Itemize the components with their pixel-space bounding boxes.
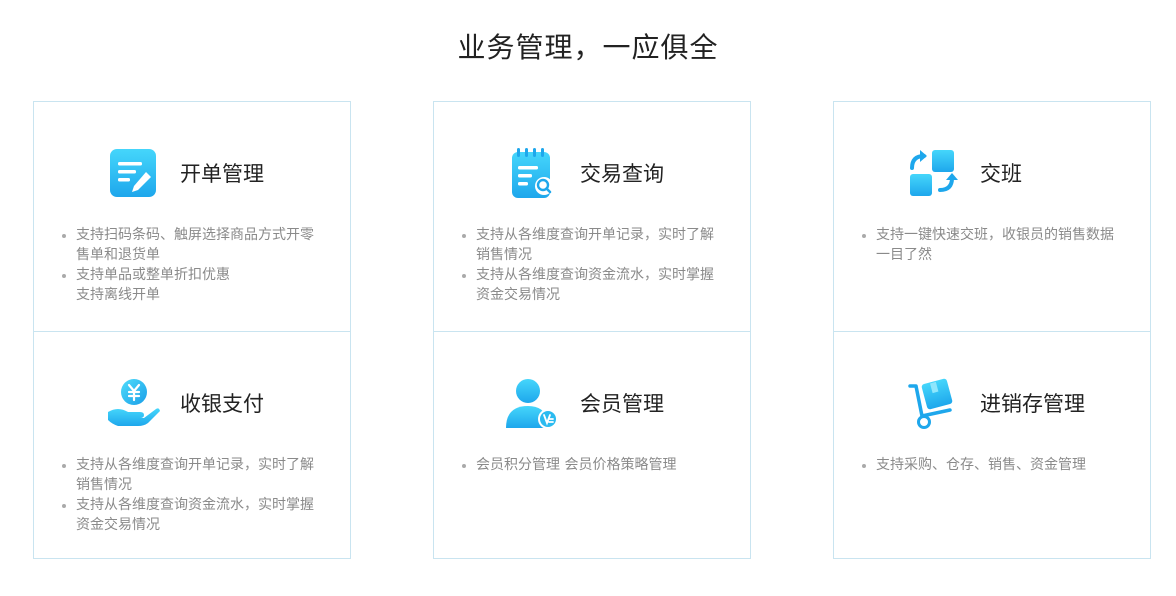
feature-desc-item: 支持从各维度查询资金流水，实时掌握资金交易情况: [62, 495, 320, 535]
feature-inventory-management[interactable]: 进销存管理 支持采购、仓存、销售、资金管理: [834, 331, 1150, 561]
feature-shift-handover[interactable]: 交班 支持一键快速交班，收银员的销售数据一目了然: [834, 102, 1150, 331]
shift-exchange-icon: [904, 146, 960, 202]
feature-description-list: 支持一键快速交班，收银员的销售数据一目了然: [834, 225, 1150, 265]
feature-header: 开单管理: [34, 146, 350, 202]
feature-header: 收银支付: [34, 376, 350, 432]
feature-description-list: 会员积分管理 会员价格策略管理: [434, 455, 750, 475]
feature-card-2: 交易查询 支持从各维度查询开单记录，实时了解销售情况 支持从各维度查询资金流水，…: [433, 101, 751, 559]
feature-header: 会员管理: [434, 376, 750, 432]
feature-header: 交易查询: [434, 146, 750, 202]
feature-description-list: 支持从各维度查询开单记录，实时了解销售情况 支持从各维度查询资金流水，实时掌握资…: [34, 455, 350, 535]
feature-desc-item: 会员积分管理 会员价格策略管理: [462, 455, 720, 475]
notepad-search-icon: [504, 146, 560, 202]
feature-description-list: 支持从各维度查询开单记录，实时了解销售情况 支持从各维度查询资金流水，实时掌握资…: [434, 225, 750, 305]
feature-desc-item: 支持采购、仓存、销售、资金管理: [862, 455, 1120, 475]
yen-hand-icon: [104, 376, 160, 432]
hand-truck-box-icon: [904, 376, 960, 432]
feature-desc-item: 支持一键快速交班，收银员的销售数据一目了然: [862, 225, 1120, 265]
feature-title: 交易查询: [580, 162, 664, 186]
feature-billing[interactable]: 开单管理 支持扫码条码、触屏选择商品方式开零售单和退货单 支持单品或整单折扣优惠…: [34, 102, 350, 331]
feature-desc-item: 支持从各维度查询开单记录，实时了解销售情况: [62, 455, 320, 495]
feature-card-3: 交班 支持一键快速交班，收银员的销售数据一目了然 进销存管理 支持采购、仓存、销…: [833, 101, 1151, 559]
feature-transaction-query[interactable]: 交易查询 支持从各维度查询开单记录，实时了解销售情况 支持从各维度查询资金流水，…: [434, 102, 750, 331]
feature-header: 进销存管理: [834, 376, 1150, 432]
feature-title: 会员管理: [580, 392, 664, 416]
document-edit-icon: [104, 146, 160, 202]
feature-title: 收银支付: [180, 392, 264, 416]
member-user-icon: [504, 376, 560, 432]
feature-title: 交班: [980, 162, 1022, 186]
feature-desc-item: 支持从各维度查询资金流水，实时掌握资金交易情况: [462, 265, 720, 305]
page-title: 业务管理，一应俱全: [457, 31, 719, 64]
feature-card-1: 开单管理 支持扫码条码、触屏选择商品方式开零售单和退货单 支持单品或整单折扣优惠…: [33, 101, 351, 559]
feature-desc-item: 支持离线开单: [76, 287, 160, 303]
feature-member-management[interactable]: 会员管理 会员积分管理 会员价格策略管理: [434, 331, 750, 561]
feature-title: 进销存管理: [980, 392, 1085, 416]
feature-description-list: 支持扫码条码、触屏选择商品方式开零售单和退货单 支持单品或整单折扣优惠 支持离线…: [34, 225, 350, 305]
feature-header: 交班: [834, 146, 1150, 202]
feature-description-list: 支持采购、仓存、销售、资金管理: [834, 455, 1150, 475]
feature-payment[interactable]: 收银支付 支持从各维度查询开单记录，实时了解销售情况 支持从各维度查询资金流水，…: [34, 331, 350, 561]
feature-desc-item: 支持从各维度查询开单记录，实时了解销售情况: [462, 225, 720, 265]
feature-desc-item: 支持单品或整单折扣优惠: [62, 265, 320, 285]
feature-title: 开单管理: [180, 162, 264, 186]
feature-desc-item: 支持扫码条码、触屏选择商品方式开零售单和退货单: [62, 225, 320, 265]
